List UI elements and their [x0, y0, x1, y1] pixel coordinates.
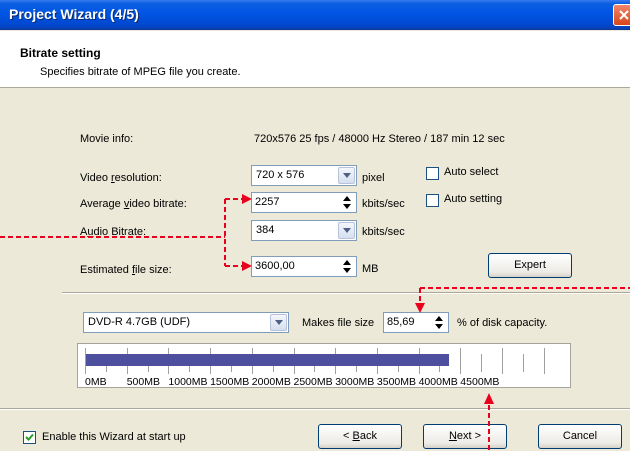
estimated-file-size-spinner[interactable]: 3600,00 [251, 256, 357, 277]
spin-down-icon [435, 324, 443, 329]
audio-bitrate-dropdown-button[interactable] [338, 222, 355, 239]
page-subtitle: Specifies bitrate of MPEG file you creat… [40, 66, 241, 78]
estimated-file-size-value[interactable]: 3600,00 [255, 260, 295, 272]
audio-bitrate-label: Audio Bitrate: [80, 226, 147, 238]
estimated-file-size-unit: MB [362, 263, 379, 275]
back-button[interactable]: < Back [318, 424, 402, 449]
close-button[interactable] [613, 4, 630, 26]
scale-label: 3500MB [376, 376, 416, 388]
disk-percent-stepper[interactable] [432, 314, 447, 331]
scale-label: 4000MB [418, 376, 458, 388]
video-resolution-value: 720 x 576 [256, 169, 305, 181]
movie-info-value: 720x576 25 fps / 48000 Hz Stereo / 187 m… [254, 133, 505, 145]
disk-capacity-bar: 0MB 500MB 1000MB 1500MB 2000MB 2500MB 3000MB 35… [77, 343, 571, 388]
disk-type-select[interactable]: DVD-R 4.7GB (UDF) [83, 312, 289, 333]
disk-percent-value[interactable]: 85,69 [387, 316, 415, 328]
disk-type-dropdown-button[interactable] [270, 314, 287, 331]
audio-bitrate-value: 384 [256, 224, 275, 236]
disk-capacity-suffix: % of disk capacity. [457, 317, 548, 329]
scale-label: 4500MB [460, 376, 500, 388]
disk-type-value: DVD-R 4.7GB (UDF) [88, 316, 191, 328]
close-icon [619, 10, 629, 20]
auto-select-checkbox[interactable] [426, 167, 439, 180]
cancel-button[interactable]: Cancel [538, 424, 622, 449]
spin-up-icon [343, 260, 351, 265]
spin-up-icon [435, 316, 443, 321]
scale-tick [522, 354, 524, 372]
estimated-file-size-stepper[interactable] [340, 258, 355, 275]
auto-setting-label: Auto setting [444, 193, 503, 205]
estimated-file-size-label: Estimated file size: [80, 264, 172, 276]
window-title: Project Wizard (4/5) [9, 6, 139, 22]
video-resolution-select[interactable]: 720 x 576 [251, 165, 357, 186]
wizard-header: Bitrate setting Specifies bitrate of MPE… [0, 31, 630, 88]
footer-divider [0, 408, 630, 410]
scale-tick [481, 354, 483, 372]
enable-wizard-label: Enable this Wizard at start up [42, 431, 186, 443]
movie-info-label: Movie info: [80, 133, 134, 145]
audio-bitrate-select[interactable]: 384 [251, 220, 357, 241]
annotation-arrowhead-bar [484, 393, 494, 404]
checkmark-icon [25, 433, 34, 441]
spin-down-icon [343, 204, 351, 209]
video-resolution-label: Video resolution: [80, 172, 162, 184]
scale-label: 0MB [85, 376, 107, 388]
spin-up-icon [343, 196, 351, 201]
next-button[interactable]: Next > [423, 424, 507, 449]
chevron-down-icon [275, 320, 283, 325]
expert-button[interactable]: Expert [488, 253, 572, 278]
average-video-bitrate-unit: kbits/sec [362, 198, 405, 210]
spin-down-icon [343, 268, 351, 273]
chevron-down-icon [343, 228, 351, 233]
auto-select-label: Auto select [444, 166, 499, 178]
title-bar[interactable]: Project Wizard (4/5) [0, 0, 630, 30]
video-resolution-dropdown-button[interactable] [338, 167, 355, 184]
scale-label: 1500MB [210, 376, 250, 388]
project-wizard-window: Project Wizard (4/5) Bitrate setting Spe… [0, 0, 630, 451]
average-video-bitrate-value[interactable]: 2257 [255, 196, 279, 208]
disk-percent-spinner[interactable]: 85,69 [383, 312, 449, 333]
scale-label: 3000MB [335, 376, 375, 388]
scale-label: 2000MB [251, 376, 291, 388]
average-video-bitrate-stepper[interactable] [340, 194, 355, 211]
scale-label: 2500MB [293, 376, 333, 388]
average-video-bitrate-label: Average video bitrate: [80, 198, 187, 210]
average-video-bitrate-spinner[interactable]: 2257 [251, 192, 357, 213]
auto-setting-checkbox[interactable] [426, 194, 439, 207]
enable-wizard-checkbox[interactable] [23, 431, 36, 444]
chevron-down-icon [343, 173, 351, 178]
scale-tick [543, 348, 545, 374]
makes-file-size-label: Makes file size [302, 317, 375, 329]
audio-bitrate-unit: kbits/sec [362, 226, 405, 238]
video-resolution-unit: pixel [362, 172, 385, 184]
scale-tick [502, 348, 503, 374]
scale-tick [460, 348, 462, 374]
disk-capacity-fill [86, 354, 449, 366]
page-title: Bitrate setting [20, 46, 101, 60]
section-divider [62, 292, 630, 294]
scale-label: 500MB [126, 376, 160, 388]
scale-label: 1000MB [168, 376, 208, 388]
